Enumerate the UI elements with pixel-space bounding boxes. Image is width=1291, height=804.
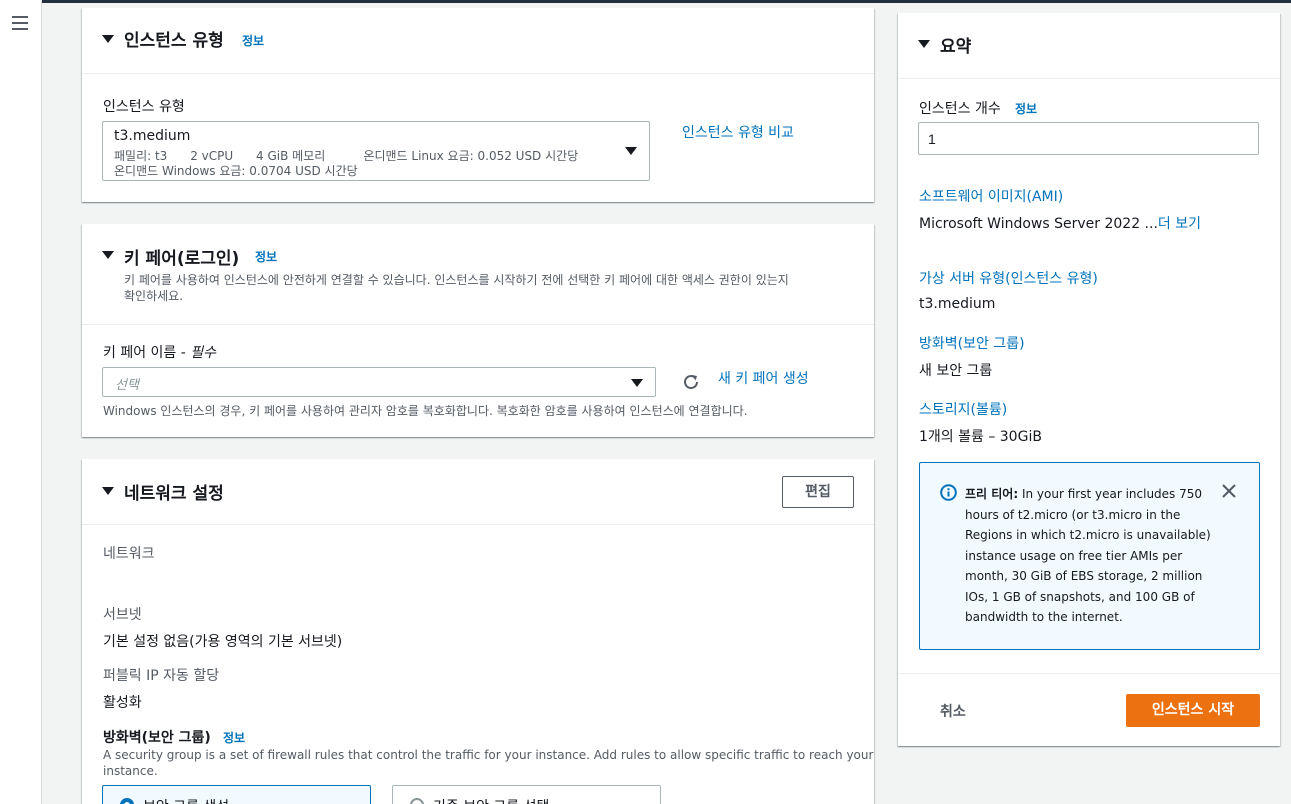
instance-type-details-2: 온디맨드 Windows 요금: 0.0704 USD 시간당 <box>114 164 358 178</box>
network-label: 네트워크 <box>103 546 155 562</box>
network-settings-header[interactable]: 네트워크 설정 편집 <box>82 459 874 525</box>
ami-value: Microsoft Windows Server 2022 ...더 보기 <box>919 213 1201 233</box>
collapse-triangle-icon[interactable] <box>102 35 114 43</box>
free-tier-line-3: Regions in which t2.micro is unavailable… <box>965 528 1211 542</box>
info-circle-icon <box>940 484 957 501</box>
instance-type-select[interactable]: t3.medium 패밀리: t3 2 vCPU 4 GiB 메모리 온디맨드 … <box>102 121 650 181</box>
summary-title: 요약 <box>940 37 972 57</box>
network-settings-title: 네트워크 설정 <box>124 484 224 504</box>
existing-security-group-option[interactable]: 기존 보안 그룹 선택 <box>392 785 661 804</box>
key-pair-title: 키 페어(로그인) <box>124 249 240 269</box>
key-pair-header[interactable]: 키 페어(로그인) 정보 키 페어를 사용하여 인스턴스에 안전하게 연결할 수… <box>82 224 874 325</box>
summary-footer-divider <box>898 673 1280 674</box>
firewall-label: 방화벽(보안 그룹) <box>103 730 211 746</box>
server-type-link[interactable]: 가상 서버 유형(인스턴스 유형) <box>919 268 1098 288</box>
radio-button-selected[interactable] <box>120 798 134 804</box>
subnet-label: 서브넷 <box>103 607 142 623</box>
collapse-triangle-icon[interactable] <box>102 251 114 259</box>
ami-name: Microsoft Windows Server 2022 ... <box>919 216 1158 232</box>
required-marker: 필수 <box>190 345 217 361</box>
create-security-group-option[interactable]: 보안 그룹 생성 <box>102 785 371 804</box>
key-pair-field-label: 키 페어 이름 - 필수 <box>103 342 216 362</box>
firewall-description-1: A security group is a set of firewall ru… <box>103 748 874 762</box>
subnet-value: 기본 설정 없음(가용 영역의 기본 서브넷) <box>103 634 343 650</box>
key-pair-placeholder: 선택 <box>115 378 139 393</box>
existing-security-group-label: 기존 보안 그룹 선택 <box>433 796 549 804</box>
key-pair-field-name: 키 페어 이름 - <box>103 345 191 361</box>
compare-instance-types-link[interactable]: 인스턴스 유형 비교 <box>682 122 794 142</box>
key-pair-hint: Windows 인스턴스의 경우, 키 페어를 사용하여 관리자 암호를 복호화… <box>103 404 748 418</box>
instance-type-field-label: 인스턴스 유형 <box>103 99 185 115</box>
instance-count-input[interactable] <box>918 122 1259 155</box>
public-ip-label: 퍼블릭 IP 자동 할당 <box>103 668 220 684</box>
free-tier-line-2: hours of t2.micro (or t3.micro in the <box>965 507 1181 522</box>
collapse-triangle-icon[interactable] <box>102 487 114 495</box>
collapse-triangle-icon[interactable] <box>918 40 930 48</box>
free-tier-line-4: instance usage on free tier AMIs per <box>965 548 1183 563</box>
free-tier-line-7: bandwidth to the internet. <box>965 610 1123 624</box>
key-pair-description-1: 키 페어를 사용하여 인스턴스에 안전하게 연결할 수 있습니다. 인스턴스를 … <box>124 273 789 287</box>
caret-down-icon <box>625 147 637 155</box>
instance-type-panel: 인스턴스 유형 정보 인스턴스 유형 t3.medium 패밀리: t3 2 v… <box>82 8 874 202</box>
close-icon[interactable] <box>1222 484 1236 498</box>
key-pair-panel: 키 페어(로그인) 정보 키 페어를 사용하여 인스턴스에 안전하게 연결할 수… <box>82 224 874 437</box>
storage-link[interactable]: 스토리지(볼륨) <box>919 399 1007 419</box>
key-pair-info-link[interactable]: 정보 <box>255 248 277 265</box>
free-tier-title: 프리 티어: <box>965 487 1019 501</box>
create-key-pair-link[interactable]: 새 키 페어 생성 <box>718 368 809 388</box>
ami-link[interactable]: 소프트웨어 이미지(AMI) <box>919 186 1063 206</box>
free-tier-text: 프리 티어: In your first year includes 750 h… <box>965 484 1215 628</box>
public-ip-value: 활성화 <box>103 695 142 711</box>
menu-icon[interactable] <box>12 16 28 30</box>
free-tier-line-1: In your first year includes 750 <box>1021 487 1203 501</box>
key-pair-description-2: 확인하세요. <box>124 289 184 303</box>
side-navigation <box>0 0 42 804</box>
edit-button[interactable]: 편집 <box>782 476 854 508</box>
create-security-group-label: 보안 그룹 생성 <box>143 796 229 804</box>
instance-count-info-link[interactable]: 정보 <box>1015 100 1037 117</box>
launch-instance-button[interactable]: 인스턴스 시작 <box>1126 694 1260 727</box>
instance-count-label: 인스턴스 개수 <box>919 101 1001 117</box>
instance-type-info-link[interactable]: 정보 <box>242 32 264 49</box>
refresh-icon[interactable] <box>682 373 700 391</box>
ami-more-link[interactable]: 더 보기 <box>1158 216 1201 232</box>
instance-type-title: 인스턴스 유형 <box>124 31 224 51</box>
network-settings-panel: 네트워크 설정 편집 네트워크 서브넷 기본 설정 없음(가용 영역의 기본 서… <box>82 459 874 804</box>
storage-value: 1개의 볼륨 – 30GiB <box>919 429 1042 445</box>
key-pair-select[interactable]: 선택 <box>102 367 656 397</box>
free-tier-line-6: IOs, 1 GB of snapshots, and 100 GB of <box>965 589 1195 604</box>
caret-down-icon <box>631 379 643 387</box>
cancel-button[interactable]: 취소 <box>940 701 966 721</box>
summary-panel: 요약 인스턴스 개수 정보 소프트웨어 이미지(AMI) Microsoft W… <box>898 13 1280 746</box>
summary-header[interactable]: 요약 <box>898 13 1280 79</box>
summary-firewall-link[interactable]: 방화벽(보안 그룹) <box>919 333 1025 353</box>
firewall-description-2: instance. <box>103 764 158 778</box>
instance-type-header[interactable]: 인스턴스 유형 정보 <box>82 8 874 74</box>
free-tier-line-5: month, 30 GiB of EBS storage, 2 million <box>965 569 1203 583</box>
summary-firewall-value: 새 보안 그룹 <box>919 363 993 379</box>
top-bar <box>0 0 1291 3</box>
radio-button[interactable] <box>410 798 424 804</box>
firewall-info-link[interactable]: 정보 <box>223 729 245 746</box>
free-tier-alert: 프리 티어: In your first year includes 750 h… <box>919 462 1260 650</box>
instance-type-selected: t3.medium <box>114 128 191 144</box>
server-type-value: t3.medium <box>919 296 996 312</box>
